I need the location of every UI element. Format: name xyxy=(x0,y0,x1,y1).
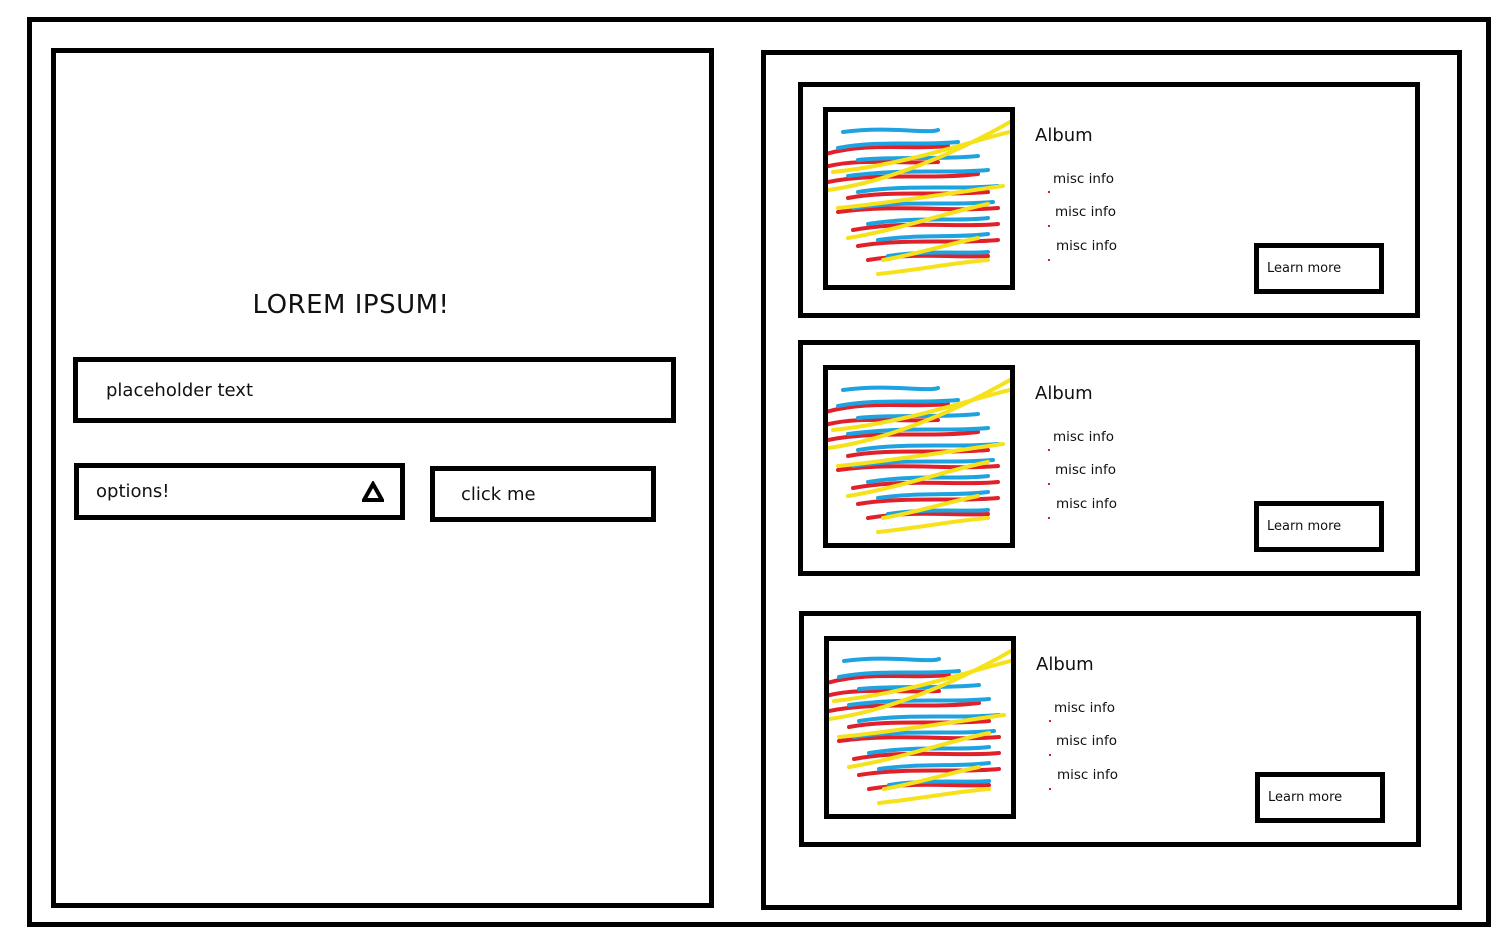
album-title: Album xyxy=(1035,383,1093,404)
button-label: Learn more xyxy=(1268,790,1343,805)
album-art-image xyxy=(823,107,1015,290)
options-select[interactable]: options! xyxy=(74,463,405,520)
click-me-button[interactable]: click me xyxy=(430,466,656,522)
button-label: Learn more xyxy=(1267,261,1342,276)
album-info-3: misc info xyxy=(1056,238,1117,254)
album-info-2: misc info xyxy=(1055,462,1116,478)
decorative-dot xyxy=(1048,449,1050,451)
text-input[interactable]: placeholder text xyxy=(73,357,676,423)
learn-more-button[interactable]: Learn more xyxy=(1254,501,1384,552)
select-value: options! xyxy=(96,481,170,502)
album-title: Album xyxy=(1035,125,1093,146)
button-label: click me xyxy=(461,483,536,505)
album-info-1: misc info xyxy=(1053,171,1114,187)
decorative-dot xyxy=(1049,788,1051,790)
album-art-image xyxy=(824,636,1016,819)
decorative-dot xyxy=(1048,517,1050,519)
album-info-3: misc info xyxy=(1057,767,1118,783)
album-info-2: misc info xyxy=(1055,204,1116,220)
album-info-2: misc info xyxy=(1056,733,1117,749)
album-art-image xyxy=(823,365,1015,548)
page-title: LOREM IPSUM! xyxy=(252,290,450,320)
album-info-3: misc info xyxy=(1056,496,1117,512)
learn-more-button[interactable]: Learn more xyxy=(1255,772,1385,823)
decorative-dot xyxy=(1048,191,1050,193)
decorative-dot xyxy=(1048,259,1050,261)
learn-more-button[interactable]: Learn more xyxy=(1254,243,1384,294)
decorative-dot xyxy=(1048,483,1050,485)
triangle-icon xyxy=(362,481,384,502)
input-placeholder: placeholder text xyxy=(106,379,253,401)
album-info-1: misc info xyxy=(1053,429,1114,445)
decorative-dot xyxy=(1049,720,1051,722)
decorative-dot xyxy=(1049,754,1051,756)
album-info-1: misc info xyxy=(1054,700,1115,716)
button-label: Learn more xyxy=(1267,519,1342,534)
album-title: Album xyxy=(1036,654,1094,675)
decorative-dot xyxy=(1048,225,1050,227)
